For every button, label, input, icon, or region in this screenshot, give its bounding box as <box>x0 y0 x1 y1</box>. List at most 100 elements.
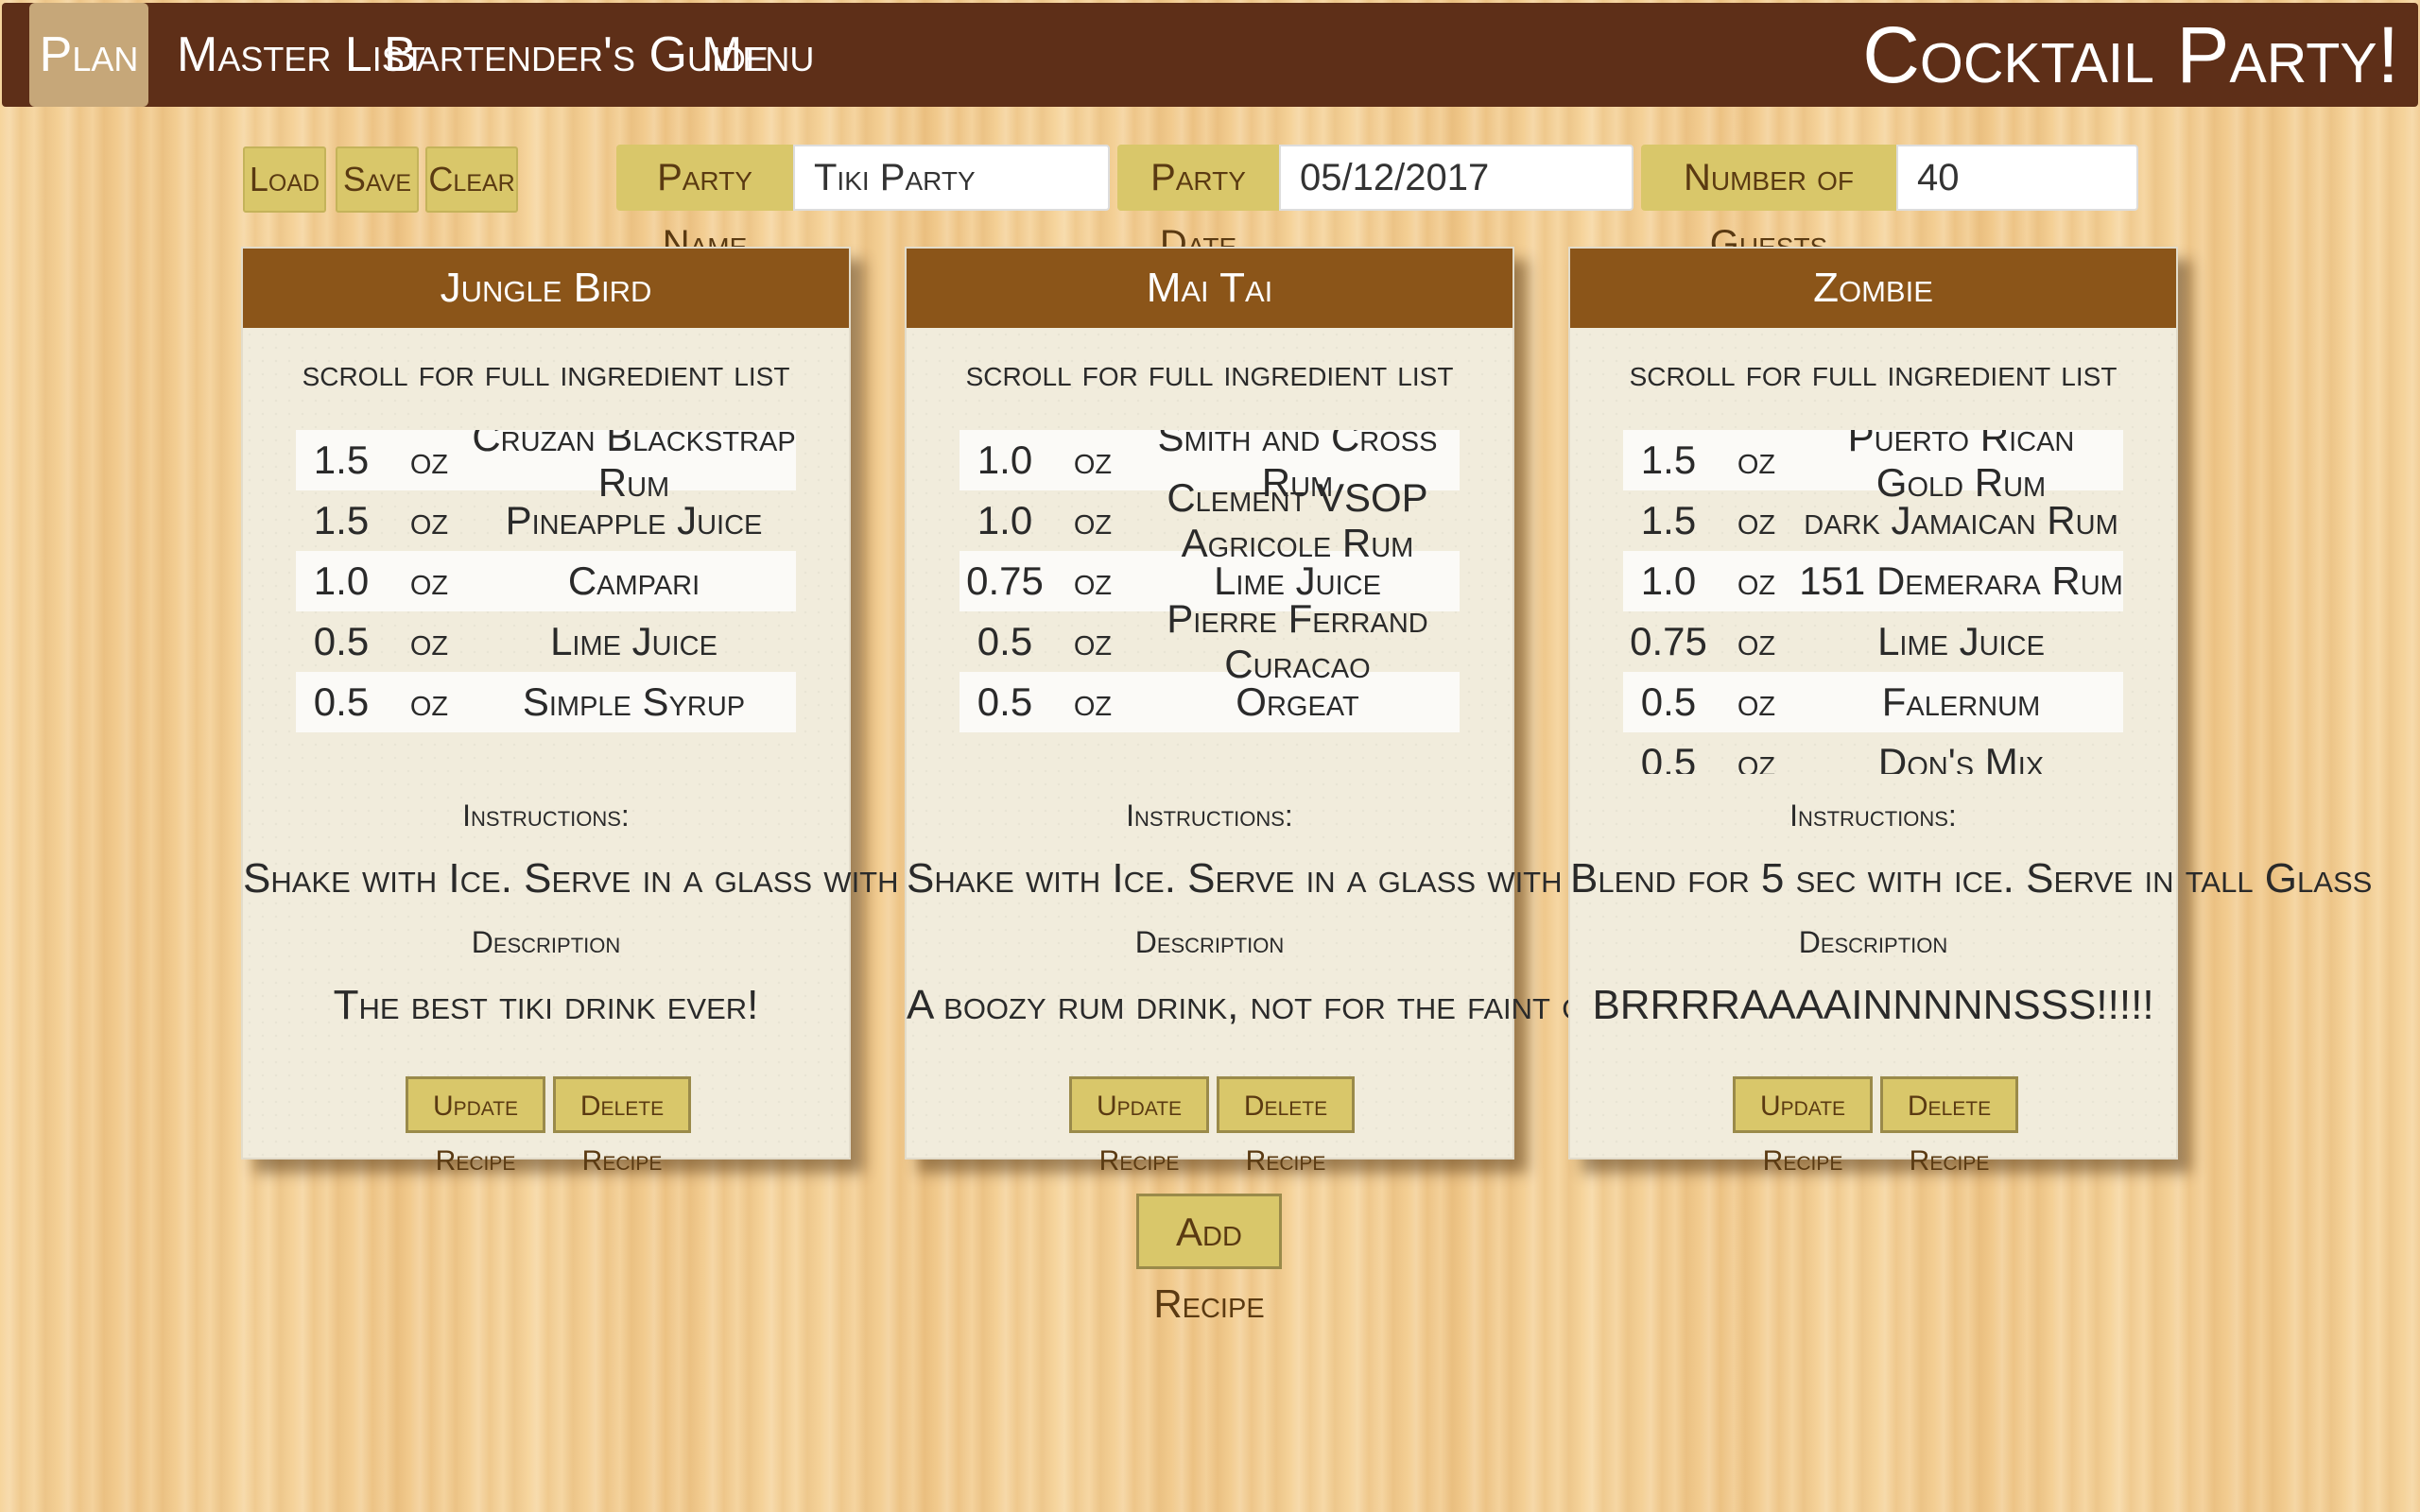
description-label: Description <box>1798 925 1948 959</box>
ingredient-row: 1.5 oz Cruzan Blackstrap Rum <box>296 430 796 505</box>
recipe-title: Jungle Bird <box>243 249 849 328</box>
ingredient-row: 0.75 oz Lime Juice <box>1623 611 2123 672</box>
ingredient-row: 1.5 oz Pineapple Juice <box>296 490 796 551</box>
nav-item-plan[interactable]: Plan <box>29 3 148 107</box>
ingredient-row: 0.5 oz Simple Syrup <box>296 672 796 732</box>
ingredient-qty: 1.5 <box>1640 498 1697 542</box>
ingredient-qty: 1.0 <box>1640 558 1697 603</box>
ingredient-unit: oz <box>1073 679 1113 724</box>
scroll-note: scroll for full ingredient list <box>965 352 1454 394</box>
ingredient-name: Don's Mix <box>1877 740 2045 774</box>
ingredient-qty: 0.5 <box>977 679 1033 724</box>
ingredient-qty: 0.5 <box>977 619 1033 663</box>
delete-recipe-button[interactable]: Delete Recipe <box>553 1076 691 1177</box>
update-recipe-button[interactable]: Update Recipe <box>1733 1076 1873 1177</box>
instructions-label: Instructions: <box>462 799 630 833</box>
ingredient-unit: oz <box>409 558 449 603</box>
description-text: The best tiki drink ever! <box>333 982 759 1028</box>
recipe-title: Mai Tai <box>907 249 1512 328</box>
ingredient-qty: 1.0 <box>977 498 1033 542</box>
ingredient-unit: oz <box>409 498 449 542</box>
ingredient-qty: 0.75 <box>966 558 1044 603</box>
ingredient-row: 1.5 oz dark Jamaican Rum <box>1623 490 2123 551</box>
ingredient-qty: 1.5 <box>1640 438 1697 482</box>
clear-button[interactable]: Clear <box>425 146 518 213</box>
ingredient-qty: 1.0 <box>313 558 370 603</box>
instructions-label: Instructions: <box>1789 799 1957 833</box>
recipe-card: Mai Tai scroll for full ingredient list … <box>905 247 1725 1177</box>
ingredient-list[interactable]: 1.5 oz Cruzan Blackstrap Rum 1.5 oz Pineapple… <box>296 430 796 774</box>
recipe-title: Zombie <box>1570 249 2176 328</box>
ingredient-name: Falernum <box>1881 679 2041 724</box>
ingredient-unit: oz <box>409 438 449 482</box>
ingredient-unit: oz <box>1073 438 1113 482</box>
ingredient-list[interactable]: 1.5 oz Puerto Rican Gold Rum 1.5 oz dark Jama… <box>1623 430 2123 774</box>
update-recipe-button[interactable]: Update Recipe <box>1069 1076 1209 1177</box>
instructions-text: Shake with Ice. Serve in a glass with ic… <box>243 855 971 902</box>
delete-recipe-button[interactable]: Delete Recipe <box>1880 1076 2018 1177</box>
ingredient-qty: 0.75 <box>1630 619 1707 663</box>
ingredient-row: 1.0 oz 151 Demerara Rum <box>1623 551 2123 611</box>
description-label: Description <box>471 925 621 959</box>
update-recipe-button[interactable]: Update Recipe <box>406 1076 545 1177</box>
ingredient-name: Clement VSOP Agricole Rum <box>1167 475 1428 565</box>
party-name-input[interactable] <box>793 145 1110 211</box>
ingredient-name: Campari <box>567 558 700 603</box>
recipe-card: Jungle Bird scroll for full ingredient l… <box>241 247 971 1177</box>
save-button[interactable]: Save <box>336 146 419 213</box>
description-label: Description <box>1134 925 1285 959</box>
ingredient-qty: 0.5 <box>313 619 370 663</box>
ingredient-name: Lime Juice <box>1877 619 2045 663</box>
ingredient-row: 1.5 oz Puerto Rican Gold Rum <box>1623 430 2123 505</box>
ingredient-qty: 0.5 <box>1640 740 1697 774</box>
ingredient-unit: oz <box>409 619 449 663</box>
ingredient-name: Cruzan Blackstrap Rum <box>472 430 796 505</box>
recipe-card: Zombie scroll for full ingredient list 1… <box>1568 247 2373 1177</box>
scroll-note: scroll for full ingredient list <box>1629 352 2118 394</box>
party-date-label: Party Date <box>1117 145 1279 265</box>
ingredient-name: Simple Syrup <box>522 679 746 724</box>
brand-title: Cocktail Party! <box>1862 10 2399 99</box>
ingredient-qty: 1.0 <box>977 438 1033 482</box>
ingredient-unit: oz <box>1737 498 1776 542</box>
ingredient-name: Orgeat <box>1236 679 1359 724</box>
ingredient-name: Lime Juice <box>550 619 717 663</box>
ingredient-row: 1.0 oz Clement VSOP Agricole Rum <box>959 475 1460 565</box>
instructions-text: Blend for 5 sec with ice. Serve in tall … <box>1570 855 2373 902</box>
ingredient-unit: oz <box>1073 619 1113 663</box>
ingredient-row: 1.0 oz Campari <box>296 551 796 611</box>
number-of-guests-label: Number of Guests <box>1641 145 1896 265</box>
ingredient-unit: oz <box>1073 558 1113 603</box>
ingredient-qty: 0.5 <box>1640 679 1697 724</box>
ingredient-unit: oz <box>1737 619 1776 663</box>
scroll-note: scroll for full ingredient list <box>302 352 790 394</box>
ingredient-unit: oz <box>1737 679 1776 724</box>
ingredient-row: 0.5 oz Lime Juice <box>296 611 796 672</box>
instructions-label: Instructions: <box>1126 799 1293 833</box>
ingredient-name: Pierre Ferrand Curacao <box>1167 596 1428 686</box>
ingredient-row: 0.5 oz Don's Mix <box>1623 732 2123 774</box>
description-text: BRRRRAAAAINNNNNSSS!!!!! <box>1592 982 2154 1028</box>
add-recipe-button[interactable]: Add Recipe <box>1136 1194 1282 1326</box>
instructions-text: Shake with Ice. Serve in a glass with ic… <box>907 855 1623 902</box>
ingredient-name: Puerto Rican Gold Rum <box>1847 430 2075 505</box>
party-name-label: Party Name <box>616 145 793 265</box>
party-date-input[interactable] <box>1279 145 1634 211</box>
ingredient-row: 0.5 oz Orgeat <box>959 672 1460 732</box>
ingredient-unit: oz <box>1737 558 1776 603</box>
ingredient-unit: oz <box>1737 740 1776 774</box>
nav-item-menu[interactable]: Menu <box>701 3 814 107</box>
ingredient-unit: oz <box>409 679 449 724</box>
ingredient-qty: 1.5 <box>313 498 370 542</box>
delete-recipe-button[interactable]: Delete Recipe <box>1217 1076 1355 1177</box>
ingredient-row: 0.5 oz Falernum <box>1623 672 2123 732</box>
ingredient-name: Pineapple Juice <box>505 498 763 542</box>
load-button[interactable]: Load <box>243 146 326 213</box>
number-of-guests-input[interactable] <box>1896 145 2138 211</box>
ingredient-name: dark Jamaican Rum <box>1804 498 2118 542</box>
ingredient-qty: 1.5 <box>313 438 370 482</box>
top-navbar: Plan Master List Bartender's Guide Menu … <box>2 3 2418 107</box>
ingredient-unit: oz <box>1073 498 1113 542</box>
ingredient-list[interactable]: 1.0 oz Smith and Cross Rum 1.0 oz Clement VSO… <box>959 430 1460 774</box>
description-text: A boozy rum drink, not for the faint of … <box>907 982 1725 1028</box>
